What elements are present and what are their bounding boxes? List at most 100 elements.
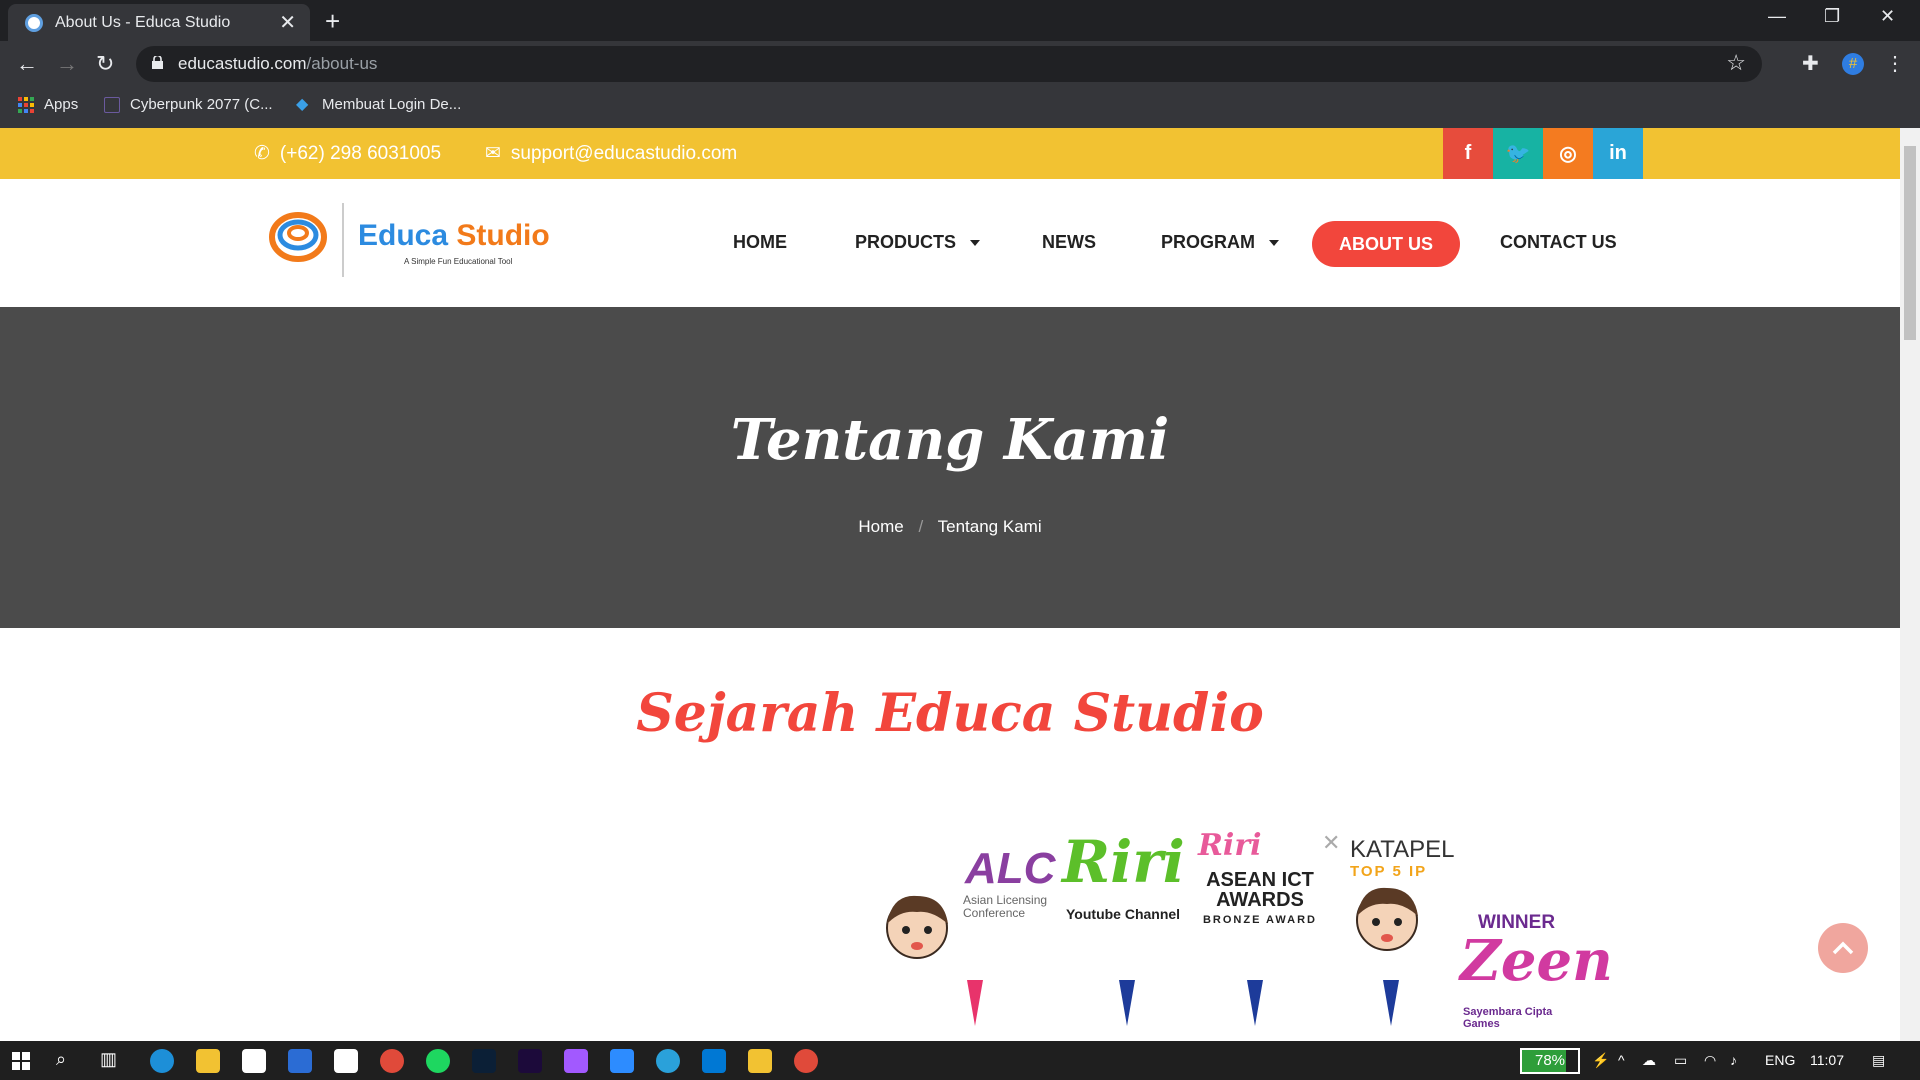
lock-icon <box>152 56 163 69</box>
store-icon[interactable] <box>242 1049 266 1073</box>
page-viewport: ✆ (+62) 298 6031005 ✉ support@educastudi… <box>0 128 1900 1041</box>
restore-icon[interactable]: ❐ <box>1824 6 1840 27</box>
facebook-icon: f <box>1464 142 1472 164</box>
cloud-icon[interactable]: ☁ <box>1642 1052 1656 1069</box>
email-contact[interactable]: ✉ support@educastudio.com <box>485 142 737 165</box>
forward-icon[interactable]: → <box>56 51 78 77</box>
envelope-icon: ✉ <box>485 143 501 164</box>
bookmark-cyberpunk[interactable]: Cyberpunk 2077 (C... <box>104 96 273 113</box>
clock[interactable]: 11:07 <box>1810 1052 1844 1068</box>
extensions-icon[interactable]: ✚ <box>1802 51 1819 76</box>
battery-indicator[interactable]: 78% <box>1520 1048 1580 1074</box>
menu-kebab-icon[interactable]: ⋮ <box>1885 51 1905 76</box>
edge-icon[interactable] <box>150 1049 174 1073</box>
nav-products[interactable]: PRODUCTS <box>855 232 981 253</box>
instagram-link[interactable]: ◎ <box>1543 128 1593 179</box>
browser-tab-bar: About Us - Educa Studio ✕ + — ❐ ✕ <box>0 0 1920 41</box>
url-text: educastudio.com/about-us <box>178 54 378 73</box>
address-bar[interactable]: educastudio.com/about-us ☆ <box>136 46 1762 82</box>
linkedin-icon: in <box>1609 142 1627 164</box>
phone-contact[interactable]: ✆ (+62) 298 6031005 <box>254 142 441 165</box>
apps-grid-icon <box>18 96 34 113</box>
back-icon[interactable]: ← <box>16 51 38 77</box>
history-timeline-graphic: ALC Asian Licensing Conference Riri Yout… <box>870 828 1613 1038</box>
bookmark-membuat-login[interactable]: ◆ Membuat Login De... <box>296 96 461 113</box>
bookmark-label: Apps <box>44 96 79 113</box>
page-scrollbar[interactable] <box>1900 128 1920 1041</box>
new-tab-icon[interactable]: + <box>325 6 340 37</box>
bookmark-apps[interactable]: Apps <box>18 96 78 113</box>
windows-start-icon[interactable] <box>12 1052 30 1070</box>
battery-percent: 78% <box>1534 1052 1566 1069</box>
volume-icon[interactable]: ♪ <box>1730 1052 1737 1068</box>
page-hero: Tentang Kami Home / Tentang Kami <box>0 307 1900 628</box>
figma-icon[interactable] <box>564 1049 588 1073</box>
logo-divider <box>342 203 344 277</box>
breadcrumb-current: Tentang Kami <box>937 517 1042 536</box>
twitter-link[interactable]: 🐦 <box>1493 128 1543 179</box>
app-icon[interactable] <box>334 1049 358 1073</box>
breadcrumb-home[interactable]: Home <box>858 517 903 536</box>
notifications-icon[interactable]: ▤ <box>1872 1052 1885 1069</box>
nav-contact-us[interactable]: CONTACT US <box>1500 232 1617 253</box>
bookmark-label: Cyberpunk 2077 (C... <box>130 96 273 113</box>
chrome-icon[interactable] <box>380 1049 404 1073</box>
timeline-pin-icon <box>967 980 983 1026</box>
battery-tray-icon[interactable]: ▭ <box>1674 1052 1687 1069</box>
nav-about-us[interactable]: ABOUT US <box>1312 221 1460 267</box>
browser-tab[interactable]: About Us - Educa Studio ✕ <box>8 4 310 41</box>
close-window-icon[interactable]: ✕ <box>1880 6 1895 27</box>
task-view-icon[interactable]: ▥ <box>100 1049 117 1070</box>
linkedin-link[interactable]: in <box>1593 128 1643 179</box>
nav-home[interactable]: HOME <box>733 232 787 253</box>
back-to-top-button[interactable] <box>1818 923 1868 973</box>
photoshop-icon[interactable] <box>472 1049 496 1073</box>
timeline-pin-icon <box>1119 980 1135 1026</box>
premiere-icon[interactable] <box>518 1049 542 1073</box>
tab-title: About Us - Educa Studio <box>55 13 231 31</box>
vscode-icon[interactable] <box>702 1049 726 1073</box>
asean-caption: BRONZE AWARD <box>1202 914 1318 926</box>
windows-taskbar: ⌕ ▥ 78% ⚡ ^ ☁ ▭ ◠ ♪ ENG 11:07 ▤ <box>0 1041 1920 1080</box>
phone-icon: ✆ <box>254 143 270 164</box>
telegram-icon[interactable] <box>656 1049 680 1073</box>
twitter-icon: 🐦 <box>1505 143 1531 165</box>
page-icon <box>104 96 120 113</box>
chevron-down-icon <box>1269 240 1279 247</box>
mail-icon[interactable] <box>288 1049 312 1073</box>
extension-hashtag-icon[interactable]: # <box>1842 53 1864 75</box>
tray-expand-icon[interactable]: ^ <box>1618 1052 1625 1068</box>
instagram-icon: ◎ <box>1559 143 1577 165</box>
nav-news[interactable]: NEWS <box>1042 232 1096 253</box>
chrome-active-icon[interactable] <box>794 1049 818 1073</box>
file-explorer-icon[interactable] <box>196 1049 220 1073</box>
minimize-icon[interactable]: — <box>1768 6 1786 27</box>
bookmark-star-icon[interactable]: ☆ <box>1726 50 1746 76</box>
alc-caption: Asian Licensing Conference <box>963 893 1048 920</box>
language-indicator[interactable]: ENG <box>1765 1052 1795 1068</box>
breadcrumb-separator: / <box>918 517 924 536</box>
search-icon[interactable]: ⌕ <box>56 1049 66 1070</box>
phone-number: (+62) 298 6031005 <box>279 142 442 164</box>
zoom-icon[interactable] <box>610 1049 634 1073</box>
riri-caption: Youtube Channel <box>1066 906 1181 922</box>
mascot-girl-icon <box>886 895 948 959</box>
wifi-icon[interactable]: ◠ <box>1704 1052 1716 1069</box>
educa-logo-icon <box>269 212 327 262</box>
section-heading: Sejarah Educa Studio <box>636 683 1264 744</box>
riri-logo: Riri <box>1062 828 1185 896</box>
tab-close-icon[interactable]: ✕ <box>279 10 296 35</box>
reload-icon[interactable]: ↻ <box>96 51 114 77</box>
git-icon[interactable] <box>748 1049 772 1073</box>
katapel-logo: KATAPEL <box>1350 836 1455 863</box>
logo-wordmark: Educa Studio <box>358 219 550 252</box>
logo-tagline: A Simple Fun Educational Tool <box>404 257 513 266</box>
facebook-link[interactable]: f <box>1443 128 1493 179</box>
zeen-caption: Sayembara Cipta Games <box>1463 1006 1553 1030</box>
nav-program[interactable]: PROGRAM <box>1161 232 1279 253</box>
scrollbar-thumb[interactable] <box>1904 146 1916 340</box>
bookmark-label: Membuat Login De... <box>322 96 462 113</box>
site-logo[interactable]: Educa Studio A Simple Fun Educational To… <box>268 199 558 279</box>
bookmarks-bar: Apps Cyberpunk 2077 (C... ◆ Membuat Logi… <box>0 88 1920 128</box>
spotify-icon[interactable] <box>426 1049 450 1073</box>
